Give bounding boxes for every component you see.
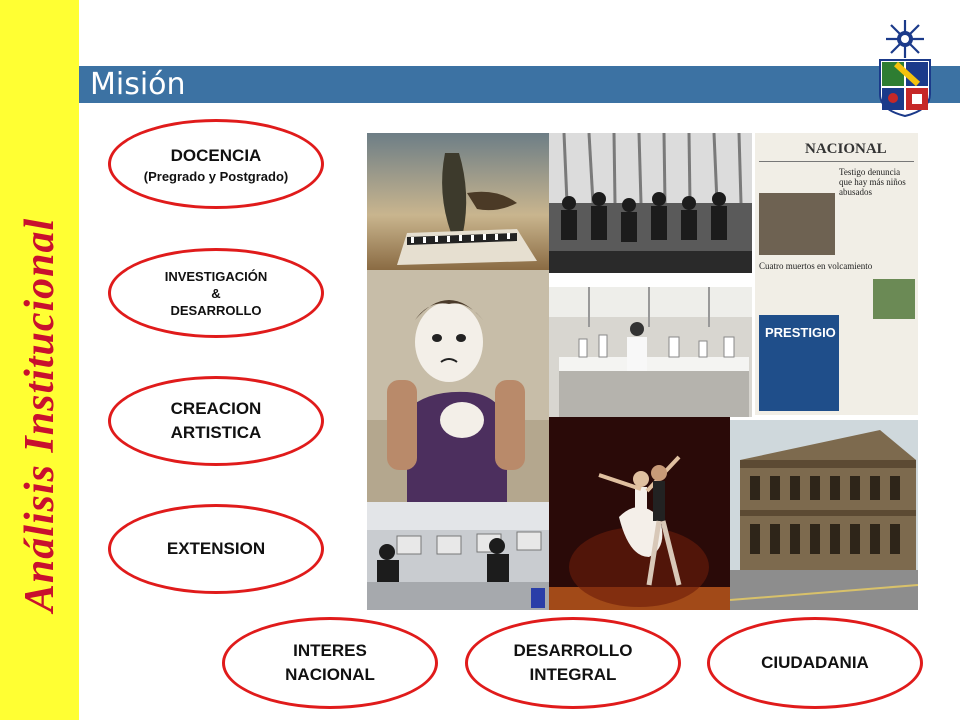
photo-ballet-dancers xyxy=(549,417,730,610)
photo-surreal-piano-painting xyxy=(367,133,549,270)
photo-historic-building xyxy=(730,420,918,610)
newspaper-street-photo xyxy=(873,279,915,319)
artistica-label: ARTISTICA xyxy=(170,423,262,442)
photo-laboratory xyxy=(549,287,752,417)
newspaper-ad: PRESTIGIO xyxy=(759,315,839,411)
desarrollo-integral-label: DESARROLLO xyxy=(513,641,633,660)
investigacion-label: INVESTIGACIÓN xyxy=(164,268,268,284)
desarrollo-label: DESARROLLO xyxy=(170,302,262,318)
investigacion-ampersand: & xyxy=(211,285,221,301)
integral-label: INTEGRAL xyxy=(529,665,617,684)
oval-interes-nacional: INTERES NACIONAL xyxy=(222,617,438,709)
newspaper-ad-text: PRESTIGIO xyxy=(765,325,836,340)
newspaper-masthead: NACIONAL xyxy=(805,141,887,157)
title-bar xyxy=(79,66,960,103)
university-crest-logo xyxy=(879,20,931,118)
oval-desarrollo-integral: DESARROLLO INTEGRAL xyxy=(465,617,681,709)
photo-mime-artist xyxy=(367,270,549,502)
oval-ciudadania: CIUDADANIA xyxy=(707,617,923,709)
oval-investigacion: INVESTIGACIÓN & DESARROLLO xyxy=(108,248,324,338)
oval-extension: EXTENSION xyxy=(108,504,324,594)
extension-label: EXTENSION xyxy=(166,539,266,558)
newspaper-headline-1: Testigo denuncia que hay más niños abusa… xyxy=(839,167,906,197)
nacional-label: NACIONAL xyxy=(285,665,375,684)
photo-computer-lab xyxy=(367,502,549,610)
sidebar: Análisis Institucional xyxy=(0,0,79,720)
docencia-sublabel: (Pregrado y Postgrado) xyxy=(143,168,289,184)
photo-newspaper: NACIONAL Testigo denuncia que hay más ni… xyxy=(755,133,918,415)
photo-orchestra xyxy=(549,133,752,273)
creacion-label: CREACION xyxy=(170,399,262,418)
sidebar-vertical-title: Análisis Institucional xyxy=(17,217,63,613)
docencia-label: DOCENCIA xyxy=(170,145,262,165)
page-title: Misión xyxy=(90,67,186,102)
interes-label: INTERES xyxy=(293,641,367,660)
ciudadania-label: CIUDADANIA xyxy=(761,653,869,672)
oval-docencia: DOCENCIA (Pregrado y Postgrado) xyxy=(108,119,324,209)
newspaper-headline-2: Cuatro muertos en volcamiento xyxy=(759,261,873,271)
oval-creacion-artistica: CREACION ARTISTICA xyxy=(108,376,324,466)
newspaper-photo xyxy=(759,193,835,255)
